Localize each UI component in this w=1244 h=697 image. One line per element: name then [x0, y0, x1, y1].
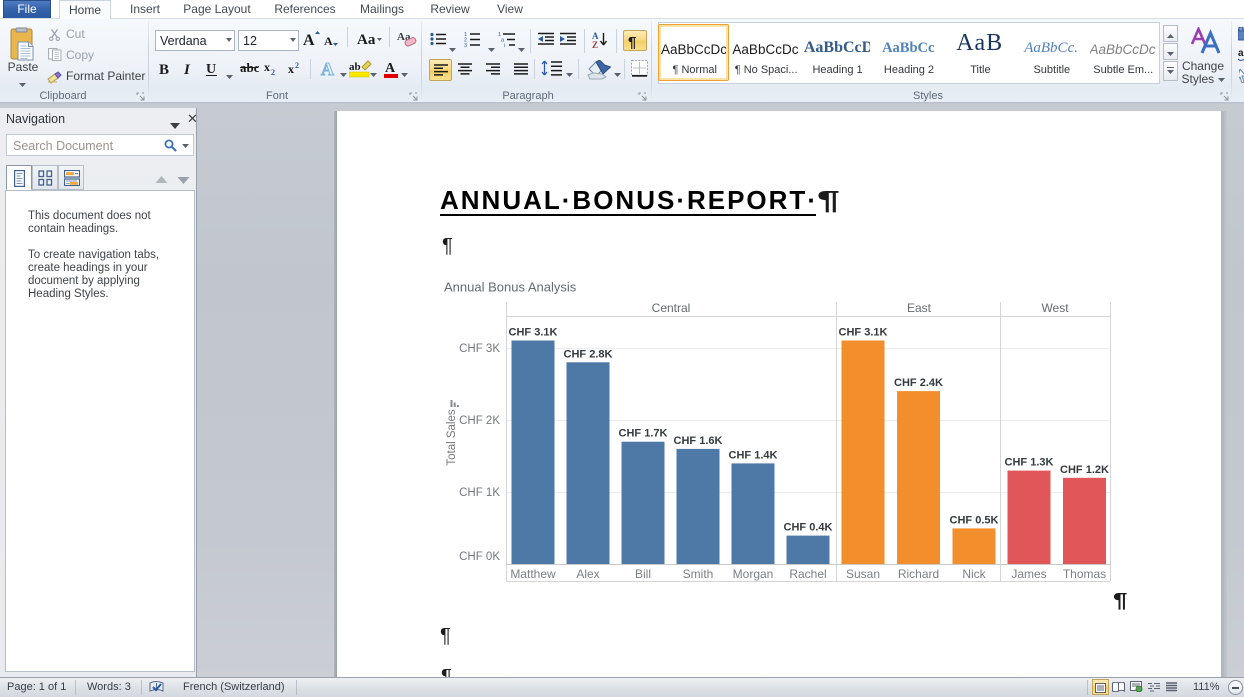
svg-text:Matthew: Matthew [510, 567, 556, 581]
svg-text:CHF 1.4K: CHF 1.4K [729, 449, 778, 461]
svg-text:CHF 1.2K: CHF 1.2K [1060, 464, 1109, 476]
svg-text:CHF 3.1K: CHF 3.1K [839, 327, 888, 339]
svg-text:a: a [1238, 48, 1244, 59]
svg-text:A: A [385, 61, 396, 76]
svg-text:Nick: Nick [962, 567, 986, 581]
svg-text:CHF 3K: CHF 3K [459, 343, 500, 355]
svg-text:East: East [907, 301, 932, 315]
svg-text:Total Sales: Total Sales [446, 409, 458, 466]
svg-text:CHF 0K: CHF 0K [459, 551, 500, 563]
svg-text:West: West [1041, 301, 1069, 315]
svg-text:CHF 1.3K: CHF 1.3K [1005, 457, 1054, 469]
svg-text:B: B [159, 62, 169, 77]
svg-text:Alex: Alex [576, 567, 599, 581]
svg-text:Morgan: Morgan [733, 567, 774, 581]
svg-text:CHF 1.7K: CHF 1.7K [619, 428, 668, 440]
svg-text:Susan: Susan [846, 567, 880, 581]
svg-text:Smith: Smith [683, 567, 714, 581]
svg-text:Annual Bonus Analysis: Annual Bonus Analysis [444, 280, 577, 295]
svg-text:Z: Z [592, 40, 598, 49]
svg-text:x: x [288, 62, 294, 76]
svg-text:Aa: Aa [357, 32, 376, 47]
svg-text:U: U [206, 62, 216, 77]
svg-text:Central: Central [652, 301, 691, 315]
svg-text:A: A [321, 59, 334, 78]
svg-text:CHF 3.1K: CHF 3.1K [509, 327, 558, 339]
svg-text:2: 2 [295, 61, 299, 70]
svg-text:Bill: Bill [635, 567, 651, 581]
svg-text:CHF 2K: CHF 2K [459, 415, 500, 427]
svg-text:CHF 1K: CHF 1K [459, 487, 500, 499]
svg-text:Rachel: Rachel [789, 567, 826, 581]
svg-text:¶: ¶ [628, 34, 636, 49]
svg-text:I: I [184, 62, 191, 77]
svg-text:A: A [303, 32, 315, 47]
svg-text:ab: ab [349, 61, 361, 73]
svg-text:2: 2 [271, 68, 275, 76]
svg-text:CHF 2.4K: CHF 2.4K [894, 377, 943, 389]
svg-text:i: i [504, 43, 505, 47]
svg-text:CHF 2.8K: CHF 2.8K [564, 348, 613, 360]
svg-text:Thomas: Thomas [1063, 567, 1106, 581]
svg-text:Richard: Richard [898, 567, 939, 581]
svg-text:CHF 0.4K: CHF 0.4K [784, 522, 833, 534]
svg-text:James: James [1011, 567, 1046, 581]
svg-text:CHF 0.5K: CHF 0.5K [950, 514, 999, 526]
svg-text:A: A [324, 34, 333, 47]
svg-text:x: x [264, 61, 270, 74]
svg-text:3: 3 [464, 43, 467, 47]
svg-text:CHF 1.6K: CHF 1.6K [674, 435, 723, 447]
